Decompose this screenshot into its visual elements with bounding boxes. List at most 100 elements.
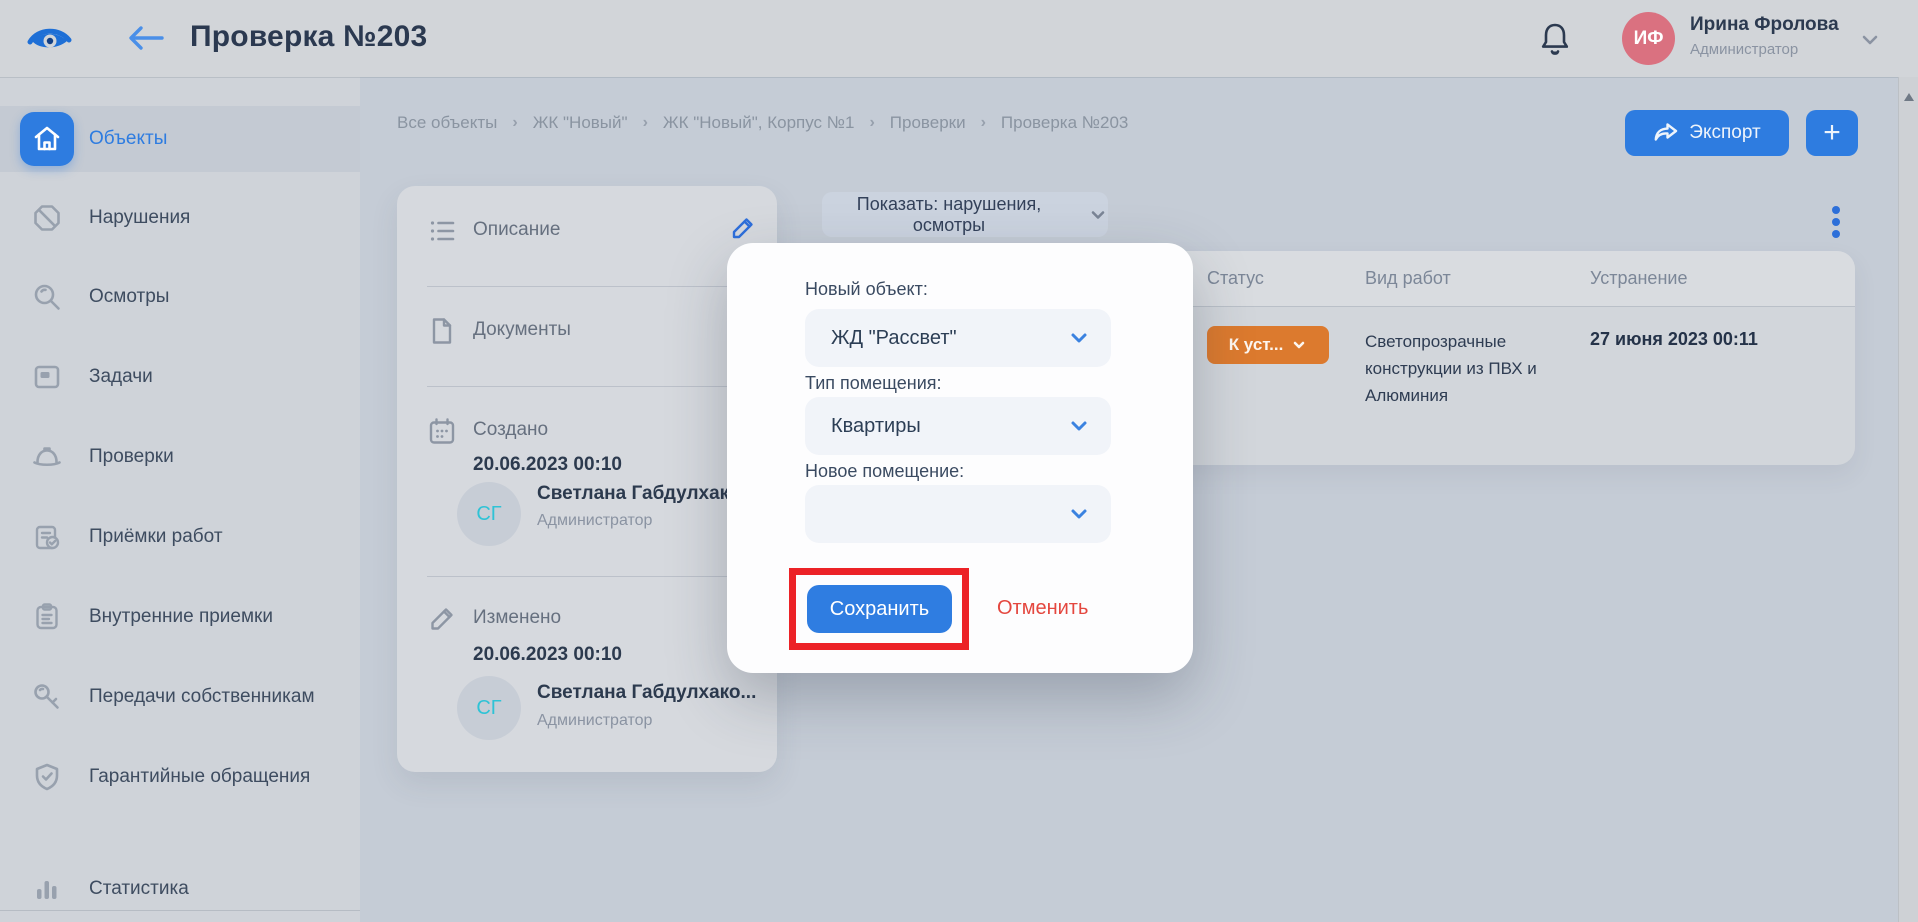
bar-chart-icon bbox=[31, 873, 63, 905]
sidebar-item-label: Гарантийные обращения bbox=[89, 766, 310, 788]
export-button-label: Экспорт bbox=[1689, 122, 1760, 144]
breadcrumb-item-current: Проверка №203 bbox=[1001, 113, 1128, 133]
new-room-label: Новое помещение: bbox=[805, 461, 964, 482]
user-name: Ирина Фролова bbox=[1690, 14, 1839, 36]
sidebar-item-work-acceptance[interactable]: Приёмки работ bbox=[0, 502, 360, 572]
created-user-avatar: СГ bbox=[457, 482, 521, 546]
cancel-button[interactable]: Отменить bbox=[997, 597, 1088, 620]
breadcrumb-separator: › bbox=[981, 114, 986, 132]
created-date: 20.06.2023 00:10 bbox=[473, 454, 622, 476]
show-filter-dropdown[interactable]: Показать: нарушения, осмотры bbox=[822, 192, 1108, 237]
page-title: Проверка №203 bbox=[190, 20, 427, 54]
description-section-label: Описание bbox=[473, 219, 560, 241]
room-type-label: Тип помещения: bbox=[805, 373, 942, 394]
sidebar-nav: Объекты Нарушения Осмотры bbox=[0, 77, 360, 922]
sidebar-item-tasks[interactable]: Задачи bbox=[0, 342, 360, 412]
modified-user-role: Администратор bbox=[537, 712, 652, 730]
card-divider bbox=[427, 286, 747, 287]
save-button[interactable]: Сохранить bbox=[807, 585, 952, 633]
show-filter-label: Показать: нарушения, осмотры bbox=[822, 194, 1076, 236]
created-section-label: Создано bbox=[473, 419, 548, 441]
export-button[interactable]: Экспорт bbox=[1625, 110, 1789, 156]
notifications-bell-icon[interactable] bbox=[1538, 20, 1572, 58]
sidebar-item-objects[interactable]: Объекты bbox=[0, 106, 360, 172]
chevron-down-icon bbox=[1067, 502, 1091, 526]
card-divider bbox=[427, 386, 747, 387]
document-icon bbox=[427, 316, 457, 346]
status-label: К уст... bbox=[1229, 335, 1284, 355]
sidebar-item-violations[interactable]: Нарушения bbox=[0, 183, 360, 253]
user-role: Администратор bbox=[1690, 41, 1798, 58]
description-card: Описание Документы Создано 20.06.2023 00… bbox=[397, 186, 777, 772]
new-object-select[interactable]: ЖД "Рассвет" bbox=[805, 309, 1111, 367]
magnifier-icon bbox=[31, 281, 63, 313]
more-options-kebab-icon[interactable] bbox=[1826, 196, 1846, 248]
new-object-label: Новый объект: bbox=[805, 279, 928, 300]
documents-section-label[interactable]: Документы bbox=[473, 319, 571, 341]
work-type-cell: Светопрозрачные конструкции из ПВХ и Алю… bbox=[1365, 328, 1600, 409]
sidebar-item-label: Нарушения bbox=[89, 207, 190, 229]
room-type-value: Квартиры bbox=[831, 415, 921, 437]
column-header-work-type: Вид работ bbox=[1365, 268, 1451, 289]
breadcrumb-item[interactable]: ЖК "Новый" bbox=[533, 113, 628, 133]
status-dropdown-button[interactable]: К уст... bbox=[1207, 326, 1329, 364]
breadcrumb-item[interactable]: Проверки bbox=[890, 113, 966, 133]
top-header: Проверка №203 ИФ Ирина Фролова Администр… bbox=[0, 0, 1918, 77]
user-menu-chevron-down-icon[interactable] bbox=[1858, 28, 1882, 52]
breadcrumb-item[interactable]: Все объекты bbox=[397, 113, 497, 133]
chevron-down-icon bbox=[1088, 205, 1108, 225]
modified-user-avatar: СГ bbox=[457, 676, 521, 740]
sidebar-item-warranty-claims[interactable]: Гарантийные обращения bbox=[0, 742, 360, 812]
modified-section-label: Изменено bbox=[473, 607, 561, 629]
back-arrow-icon[interactable] bbox=[126, 22, 166, 54]
key-icon bbox=[31, 681, 63, 713]
calendar-icon bbox=[427, 416, 457, 446]
room-type-select[interactable]: Квартиры bbox=[805, 397, 1111, 455]
app-window: Проверка №203 ИФ Ирина Фролова Администр… bbox=[0, 0, 1918, 922]
chevron-down-icon bbox=[1291, 337, 1307, 353]
sidebar-item-statistics[interactable]: Статистика bbox=[0, 854, 360, 922]
breadcrumb-separator: › bbox=[512, 114, 517, 132]
sidebar-item-label: Объекты bbox=[89, 128, 167, 150]
card-divider bbox=[427, 576, 747, 577]
house-icon bbox=[20, 112, 74, 166]
hardhat-icon bbox=[31, 441, 63, 473]
breadcrumb-separator: › bbox=[869, 114, 874, 132]
sidebar-item-owner-handover[interactable]: Передачи собственникам bbox=[0, 662, 360, 732]
breadcrumb: Все объекты › ЖК "Новый" › ЖК "Новый", К… bbox=[397, 113, 1128, 133]
edit-pencil-icon[interactable] bbox=[729, 214, 757, 242]
sidebar-item-label: Статистика bbox=[89, 878, 189, 900]
new-room-select[interactable] bbox=[805, 485, 1111, 543]
sidebar-item-label: Проверки bbox=[89, 446, 174, 468]
sidebar-item-label: Осмотры bbox=[89, 286, 169, 308]
list-icon bbox=[427, 216, 457, 246]
share-icon bbox=[1653, 122, 1679, 144]
modified-date: 20.06.2023 00:10 bbox=[473, 644, 622, 666]
new-object-value: ЖД "Рассвет" bbox=[831, 327, 957, 349]
modified-user-name: Светлана Габдулхако... bbox=[537, 682, 756, 704]
breadcrumb-separator: › bbox=[643, 114, 648, 132]
sidebar-item-label: Внутренние приемки bbox=[89, 606, 273, 628]
breadcrumb-item[interactable]: ЖК "Новый", Корпус №1 bbox=[663, 113, 855, 133]
add-button[interactable]: + bbox=[1806, 110, 1858, 156]
vertical-scrollbar[interactable] bbox=[1898, 77, 1918, 922]
created-user-name: Светлана Габдулхако bbox=[537, 483, 741, 505]
user-avatar[interactable]: ИФ bbox=[1622, 12, 1675, 65]
app-logo-eye-icon[interactable] bbox=[26, 20, 72, 56]
sidebar-item-label: Передачи собственникам bbox=[89, 686, 315, 708]
scrollbar-up-arrow-icon[interactable] bbox=[1904, 93, 1914, 101]
move-object-modal: Новый объект: ЖД "Рассвет" Тип помещения… bbox=[727, 243, 1193, 673]
sidebar-item-checks[interactable]: Проверки bbox=[0, 422, 360, 492]
sidebar-item-internal-acceptance[interactable]: Внутренние приемки bbox=[0, 582, 360, 652]
created-user-role: Администратор bbox=[537, 512, 652, 530]
sidebar-item-label: Задачи bbox=[89, 366, 153, 388]
sidebar-item-inspections[interactable]: Осмотры bbox=[0, 262, 360, 332]
clipboard-check-icon bbox=[31, 521, 63, 553]
board-icon bbox=[31, 361, 63, 393]
clipboard-lines-icon bbox=[31, 601, 63, 633]
pencil-icon bbox=[427, 604, 457, 634]
shield-check-icon bbox=[31, 761, 63, 793]
column-header-status: Статус bbox=[1207, 268, 1264, 289]
resolution-date-cell: 27 июня 2023 00:11 bbox=[1590, 329, 1758, 350]
chevron-down-icon bbox=[1067, 414, 1091, 438]
